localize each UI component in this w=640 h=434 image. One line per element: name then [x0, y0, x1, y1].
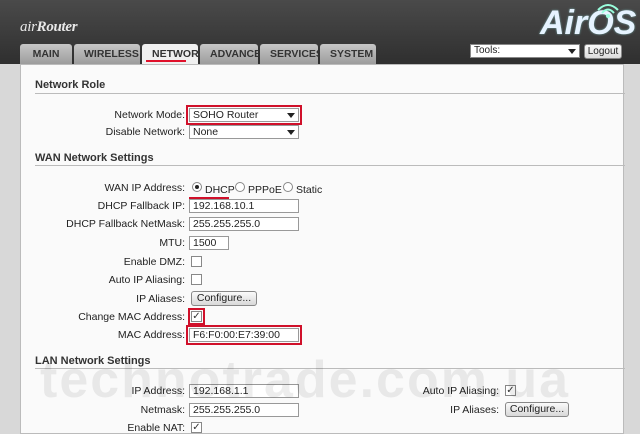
static-radio-label: Static [296, 184, 323, 196]
chevron-down-icon [568, 49, 576, 54]
logout-button[interactable]: Logout [584, 44, 622, 59]
enable-nat-label: Enable NAT: [127, 422, 185, 434]
wan-settings-title: WAN Network Settings [35, 152, 154, 164]
disable-network-label: Disable Network: [105, 126, 185, 138]
wifi-icon [597, 4, 619, 18]
header-bar: airRouter AirOS MAIN WIRELESS NETWORK AD… [0, 0, 640, 65]
tab-wireless[interactable]: WIRELESS [74, 44, 140, 64]
dhcp-fallback-ip-input[interactable]: 192.168.10.1 [189, 199, 299, 213]
active-tab-highlight [146, 60, 186, 62]
wan-ip-address-label: WAN IP Address: [104, 182, 185, 194]
highlight-box [188, 308, 205, 325]
enable-dmz-checkbox[interactable] [191, 256, 202, 267]
section-divider [35, 165, 625, 166]
pppoe-radio-label: PPPoE [248, 184, 282, 196]
mac-address-label: MAC Address: [117, 329, 185, 341]
enable-dmz-label: Enable DMZ: [123, 256, 185, 268]
airrouter-logo: airRouter [20, 19, 78, 35]
wan-configure-aliases-button[interactable]: Configure... [191, 291, 257, 306]
highlight-box [186, 325, 302, 345]
watermark-text: technotrade.com.ua [40, 351, 571, 409]
highlight-box [186, 105, 302, 125]
airos-logo: AirOS [540, 4, 637, 42]
tab-system[interactable]: SYSTEM [320, 44, 376, 64]
mtu-input[interactable]: 1500 [189, 236, 229, 250]
dhcp-fallback-netmask-input[interactable]: 255.255.255.0 [189, 217, 299, 231]
wan-auto-ip-aliasing-label: Auto IP Aliasing: [108, 274, 185, 286]
disable-network-value: None [193, 126, 219, 138]
dhcp-radio[interactable] [192, 182, 202, 192]
disable-network-select[interactable]: None [189, 125, 299, 139]
tab-main[interactable]: MAIN [20, 44, 72, 64]
tools-dropdown-value: Tools: [474, 45, 501, 56]
wan-ip-aliases-label: IP Aliases: [136, 293, 185, 305]
dhcp-fallback-ip-label: DHCP Fallback IP: [97, 200, 185, 212]
pppoe-radio[interactable] [235, 182, 245, 192]
mtu-label: MTU: [159, 237, 185, 249]
wan-auto-ip-aliasing-checkbox[interactable] [191, 274, 202, 285]
chevron-down-icon [287, 130, 295, 135]
dhcp-fallback-netmask-label: DHCP Fallback NetMask: [66, 218, 185, 230]
dhcp-radio-label: DHCP [205, 184, 235, 196]
section-divider [35, 93, 625, 94]
change-mac-address-label: Change MAC Address: [78, 311, 185, 323]
static-radio[interactable] [283, 182, 293, 192]
main-tabs: MAIN WIRELESS NETWORK ADVANCED SERVICES … [20, 44, 378, 65]
tools-dropdown[interactable]: Tools: [470, 44, 580, 58]
network-role-title: Network Role [35, 79, 106, 91]
network-mode-label: Network Mode: [114, 109, 185, 121]
enable-nat-checkbox[interactable]: ✓ [191, 422, 202, 433]
tab-services[interactable]: SERVICES [260, 44, 323, 64]
tab-advanced[interactable]: ADVANCED [200, 44, 269, 64]
